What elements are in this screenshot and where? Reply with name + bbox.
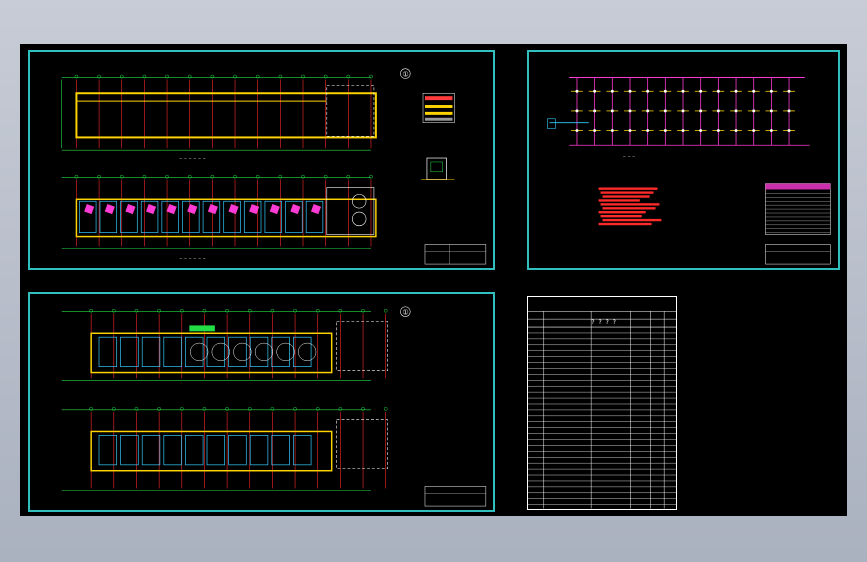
sheet-1-drawing: — — — — — — ① — — — — — — — [61, 68, 487, 265]
sheet-1-marker: ① — [402, 71, 408, 79]
svg-text:— — —: — — — — [623, 154, 635, 159]
sheet-4-header-chars: ? ? ? ? — [591, 320, 616, 326]
svg-text:— — — — — —: — — — — — — — [180, 256, 207, 261]
sheet-3-drawing: ① — [61, 306, 487, 507]
sheet-floor-plans-bottom[interactable]: ① — [28, 292, 495, 512]
sheet-drawing-list[interactable]: ? ? ? ? — [527, 296, 677, 510]
sheet-3-marker: ① — [402, 309, 408, 317]
sheet-4-drawing: ? ? ? ? — [528, 310, 676, 509]
svg-text:— — — — — —: — — — — — — — [180, 156, 207, 161]
drawing-canvas[interactable]: — — — — — — ① — — — — — — — — — ① ? ? ? … — [20, 44, 847, 516]
sheet-riser-diagram[interactable]: — — — — [527, 50, 840, 270]
sheet-2-drawing: — — — — [547, 77, 831, 265]
sheet-floor-plans-top[interactable]: — — — — — — ① — — — — — — — [28, 50, 495, 270]
